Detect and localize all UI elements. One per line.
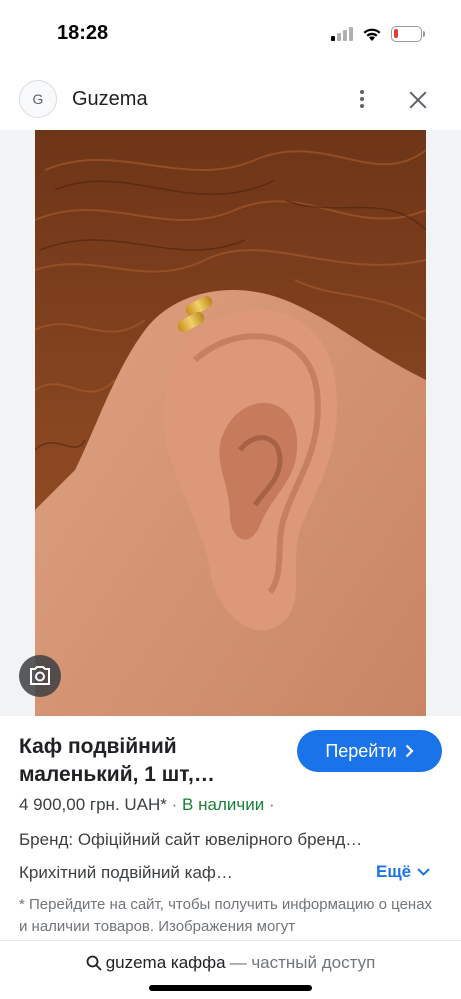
more-link[interactable]: Ещё (376, 862, 430, 882)
battery-level (394, 29, 398, 38)
search-icon (86, 955, 102, 971)
search-query: guzema каффа (105, 953, 226, 972)
stock-status: В наличии (182, 795, 265, 814)
brand-text: Бренд: Офіційний сайт ювелірного бренд… (19, 830, 363, 849)
page-header: G Guzema (0, 70, 461, 130)
disclaimer-text: * Перейдите на сайт, чтобы получить инфо… (19, 896, 433, 935)
chevron-down-icon (417, 868, 430, 876)
private-mode-label: — частный доступ (229, 953, 376, 972)
product-image[interactable] (35, 130, 426, 716)
price: 4 900,00 грн. UAH* (19, 795, 167, 814)
site-name[interactable]: Guzema (72, 88, 148, 111)
site-favicon[interactable]: G (19, 80, 57, 118)
battery-cap (423, 31, 425, 37)
site-favicon-letter: G (32, 91, 44, 107)
separator-dot: · (268, 795, 275, 814)
price-row: 4 900,00 грн. UAH* · В наличии · (19, 795, 275, 815)
status-time: 18:28 (57, 22, 109, 44)
bottom-address-bar[interactable]: guzema каффа — частный доступ (0, 940, 461, 999)
more-vert-icon[interactable] (352, 86, 372, 112)
visit-button-label: Перейти (325, 740, 397, 761)
more-link-label: Ещё (376, 862, 412, 881)
lens-search-button[interactable] (19, 655, 61, 697)
wifi-icon (363, 28, 381, 41)
address-field[interactable]: guzema каффа — частный доступ (0, 953, 461, 973)
camera-lens-icon (30, 666, 50, 685)
image-area (0, 130, 461, 716)
signal-icon (331, 27, 355, 41)
description-text: Крихітний подвійний каф… (19, 863, 233, 882)
separator-dot: · (171, 795, 178, 814)
close-icon[interactable] (404, 86, 432, 114)
product-title[interactable]: Каф подвійний маленький, 1 шт,… (19, 733, 289, 789)
home-indicator[interactable] (149, 985, 312, 991)
battery-icon (391, 26, 422, 42)
status-bar: 18:28 (0, 0, 461, 62)
chevron-right-icon (405, 744, 414, 758)
visit-button[interactable]: Перейти (297, 730, 442, 772)
